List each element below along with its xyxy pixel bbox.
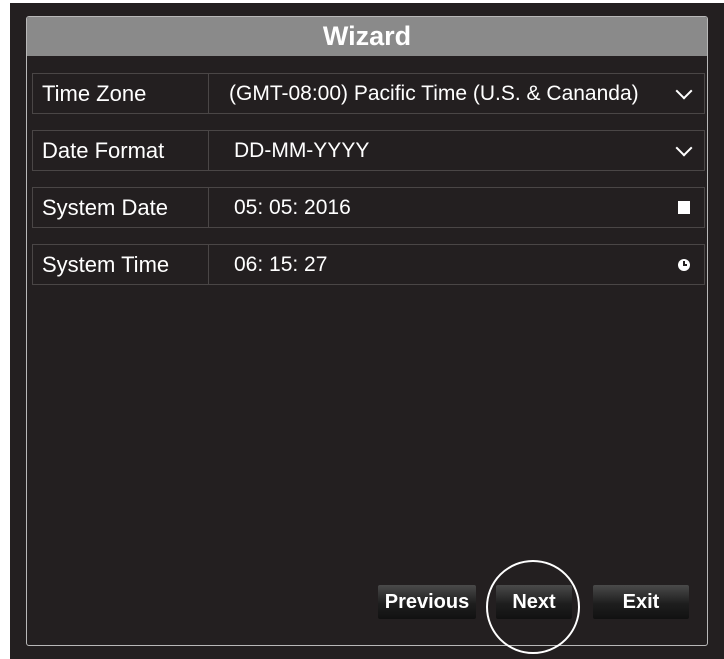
- wizard-dialog: Wizard Time Zone (GMT-08:00) Pacific Tim…: [26, 16, 708, 646]
- date-format-label: Date Format: [42, 138, 165, 163]
- row-divider: [208, 131, 209, 170]
- exit-button[interactable]: Exit: [593, 585, 689, 619]
- system-date-label: System Date: [42, 195, 168, 220]
- system-time-label: System Time: [42, 252, 170, 277]
- date-format-row[interactable]: Date Format DD-MM-YYYY: [32, 130, 705, 171]
- next-button-highlight-circle: [486, 560, 580, 654]
- system-time-field[interactable]: 06: 15: 27: [234, 245, 327, 284]
- date-format-select[interactable]: DD-MM-YYYY: [234, 131, 369, 170]
- system-date-field[interactable]: 05: 05: 2016: [234, 188, 351, 227]
- time-zone-select[interactable]: (GMT-08:00) Pacific Time (U.S. & Cananda…: [229, 74, 639, 113]
- chevron-down-icon[interactable]: [674, 74, 694, 113]
- calendar-icon[interactable]: [674, 188, 694, 227]
- system-time-row[interactable]: System Time 06: 15: 27: [32, 244, 705, 285]
- dialog-title: Wizard: [27, 17, 707, 56]
- system-date-row[interactable]: System Date 05: 05: 2016: [32, 187, 705, 228]
- row-divider: [208, 74, 209, 113]
- previous-button[interactable]: Previous: [378, 585, 476, 619]
- clock-icon[interactable]: [674, 245, 694, 284]
- chevron-down-icon[interactable]: [674, 131, 694, 170]
- row-divider: [208, 245, 209, 284]
- row-divider: [208, 188, 209, 227]
- time-zone-row[interactable]: Time Zone (GMT-08:00) Pacific Time (U.S.…: [32, 73, 705, 114]
- time-zone-label: Time Zone: [42, 81, 147, 106]
